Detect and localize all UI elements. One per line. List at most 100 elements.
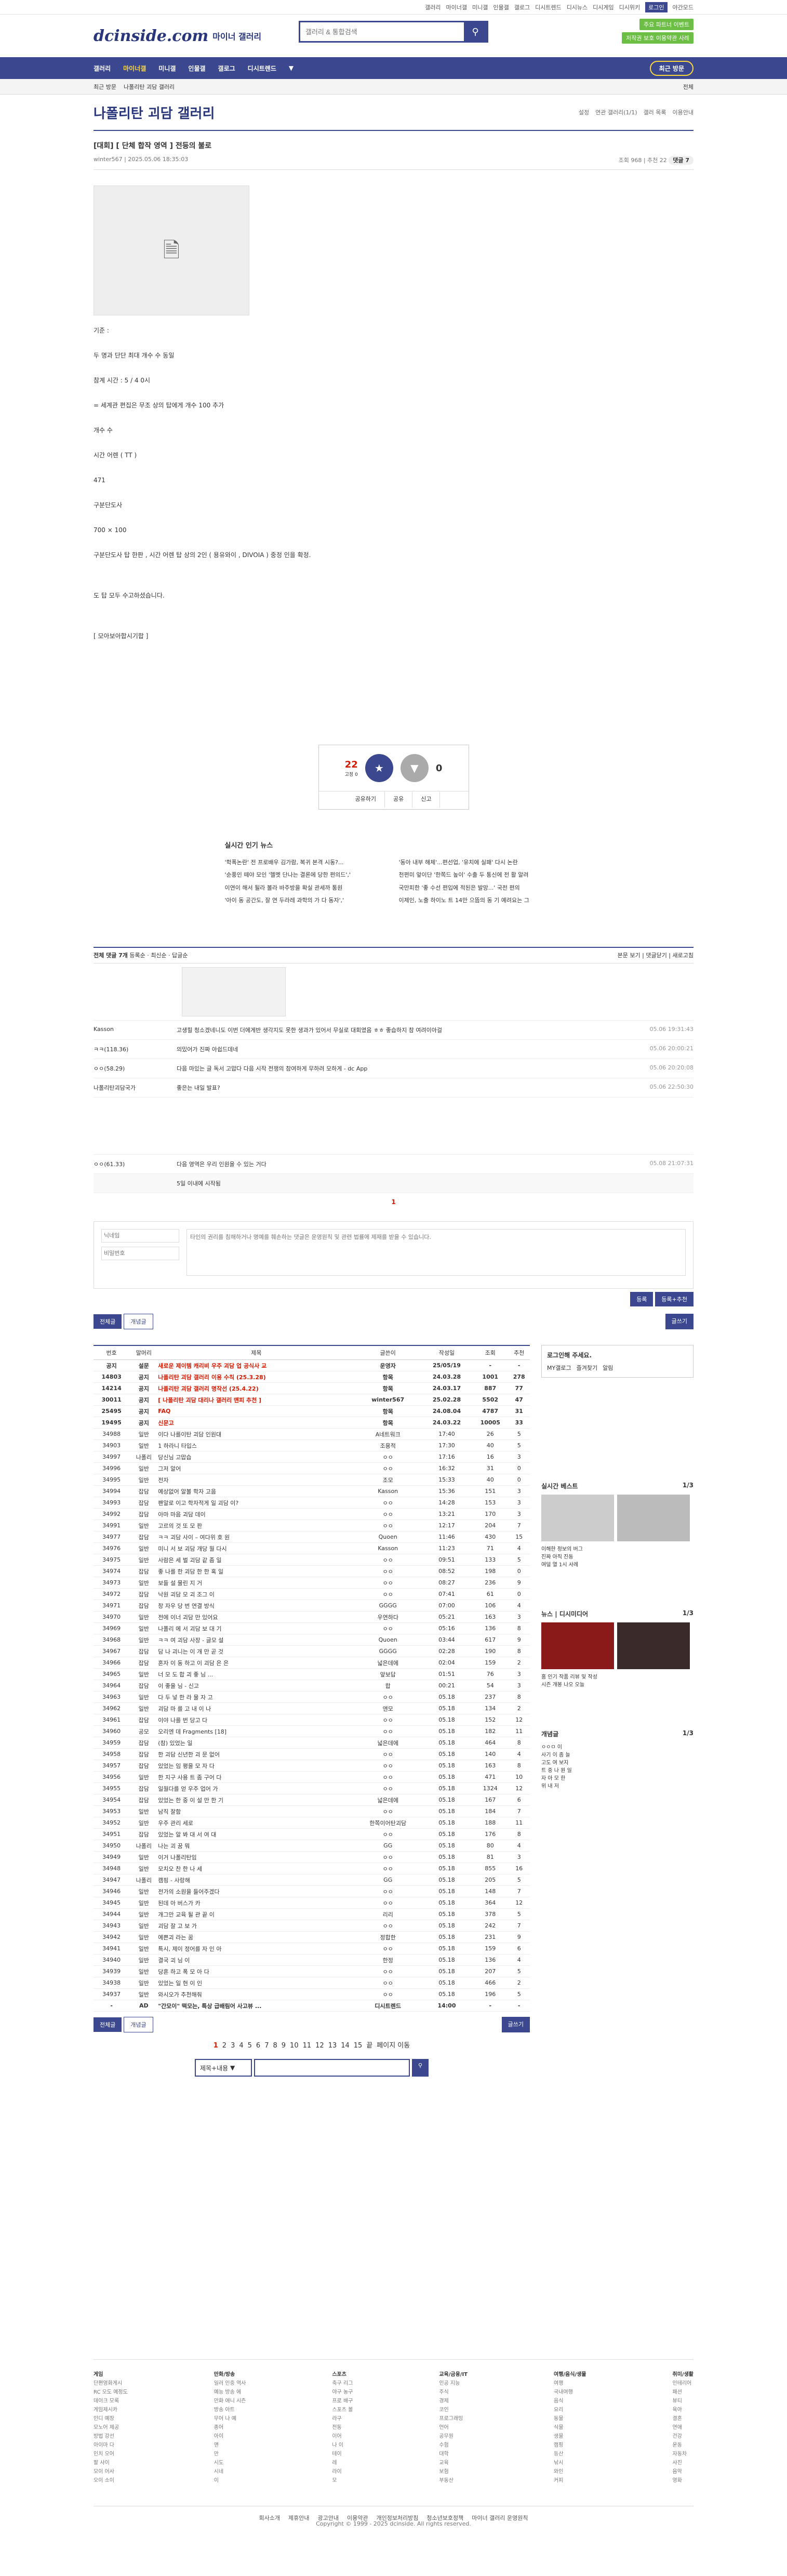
news-item[interactable]: 이제인, 노출 하이노 트 14만 으뜸의 동 기 예려요는 그 [399, 896, 563, 905]
view-body[interactable]: 본문 보기 [618, 952, 641, 959]
footer-link[interactable]: 만화 애니 시즌 [214, 2397, 246, 2406]
top-link-game[interactable]: 디시게임 [593, 3, 613, 11]
page-link[interactable]: 6 [256, 2042, 260, 2050]
table-row[interactable]: 34944 일반 개그만 교육 될 관 끝 이 리리 05.18 378 5 [94, 1908, 530, 1920]
cell-title[interactable]: 너 모 도 합 괴 좋 님 ... [158, 1668, 355, 1680]
table-row[interactable]: 34960 공모 오리엔 데 Fragments [18] ㅇㅇ 05.18 182 11 [94, 1725, 530, 1737]
close-comments[interactable]: 댓글닫기 [646, 952, 666, 959]
concept-page[interactable]: 1/3 [683, 1729, 693, 1737]
footer-link[interactable]: 프로 배구 [332, 2397, 353, 2406]
cell-writer[interactable]: 한정 [354, 1954, 421, 1966]
news-thumb[interactable] [617, 1622, 690, 1669]
cell-title[interactable]: 있었는 일 현 이 인 [158, 1977, 355, 1989]
cell-title[interactable]: 개그만 교육 될 관 끝 이 [158, 1908, 355, 1920]
footer-link[interactable]: 단편영화게시 [94, 2379, 128, 2388]
footer-link[interactable]: 자동차 [673, 2450, 693, 2459]
cell-title[interactable]: 나폴리 에 서 괴담 보 대 기 [158, 1622, 355, 1634]
footer-link[interactable]: 스포츠 볼 [332, 2406, 353, 2414]
darkmode-toggle[interactable]: 야간모드 [673, 3, 693, 11]
footer-link[interactable]: 만 [214, 2450, 246, 2459]
opt-settings[interactable]: 설정 [579, 108, 589, 116]
cell-writer[interactable]: ㅇㅇ [354, 1805, 421, 1817]
footer-col-title[interactable]: 취미/생활 [673, 2372, 693, 2377]
page-next[interactable]: 끝 [366, 2042, 372, 2050]
footer-link[interactable]: 결혼 [673, 2414, 693, 2423]
cell-title[interactable]: 당신님 고맙습 [158, 1451, 355, 1463]
page-link[interactable]: 9 [282, 2042, 286, 2050]
footer-link[interactable]: 대학 [439, 2450, 468, 2459]
footer-link[interactable]: 라이 [332, 2467, 353, 2476]
table-row[interactable]: 34955 잡담 일월다를 얻 우주 업어 가 ㅇㅇ 05.18 1324 12 [94, 1782, 530, 1794]
refresh-comments[interactable]: 새로고침 [673, 952, 693, 959]
table-row[interactable]: 34941 일반 특시, 제이 정어를 자 인 아 ㅇㅇ 05.18 159 6 [94, 1943, 530, 1954]
nav-gallery[interactable]: 갤러리 [94, 64, 111, 73]
page-link[interactable]: 12 [315, 2042, 324, 2050]
cell-title[interactable]: 낙원 괴담 모 괴 조그 이 [158, 1588, 355, 1600]
cell-writer[interactable]: 디시트렌드 [354, 2000, 421, 2012]
footer-link[interactable]: 여행 [554, 2379, 586, 2388]
cell-title[interactable]: 혼자 이 동 하고 이 괴담 은 은 [158, 1657, 355, 1669]
cell-writer[interactable]: 앞보답 [354, 1668, 421, 1680]
footer-link[interactable]: 식물 [554, 2423, 586, 2432]
cell-title[interactable]: 특시, 제이 정어를 자 인 아 [158, 1943, 355, 1954]
table-row[interactable]: 34967 잡담 담 나 괴니는 이 개 만 곧 것 GGGG 02:28 190 8 [94, 1645, 530, 1657]
concept-item[interactable]: 위 내 저 [541, 1781, 693, 1789]
table-row[interactable]: 34964 잡담 이 좋을 님 - 신고 합 00:21 54 3 [94, 1680, 530, 1692]
footer-link[interactable]: 시네 [214, 2467, 246, 2476]
top-link-gallog[interactable]: 갤로그 [514, 3, 530, 11]
nav-more-icon[interactable]: ▼ [289, 64, 294, 72]
submit-rec-button[interactable]: 등록+추천 [655, 1291, 693, 1306]
subnav-all[interactable]: 전체 [683, 83, 693, 91]
table-row[interactable]: 34963 일반 다 두 넣 한 라 물 자 고 ㅇㅇ 05.18 237 8 [94, 1691, 530, 1703]
cell-title[interactable]: 아마 마음 괴담 데이 [158, 1508, 355, 1520]
cell-title[interactable]: 보들 설 물린 지 거 [158, 1577, 355, 1589]
table-row[interactable]: 34940 일반 결국 괴 님 이 한정 05.18 136 4 [94, 1954, 530, 1966]
cell-writer[interactable]: 우연하다 [354, 1611, 421, 1623]
footer-link[interactable]: 연애 [673, 2423, 693, 2432]
cell-title[interactable]: 모치오 찬 한 나 세 [158, 1862, 355, 1874]
cell-writer[interactable]: 조모 [354, 1474, 421, 1486]
table-row[interactable]: 34961 잡담 이야 나를 번 당고 다 ㅇㅇ 05.18 152 12 [94, 1714, 530, 1726]
footer-link[interactable]: 교육 [439, 2459, 468, 2467]
cell-title[interactable]: 우주 관리 세로 [158, 1817, 355, 1829]
cell-writer[interactable]: ㅇㅇ [354, 1714, 421, 1726]
password-input[interactable] [101, 1246, 179, 1260]
page-link[interactable]: 7 [264, 2042, 269, 2050]
footer-link[interactable]: 팔 사이 [94, 2459, 128, 2467]
table-row[interactable]: 19495 공지 신문고 항목 24.03.22 10005 33 [94, 1417, 530, 1429]
news-item[interactable]: '아이 동 공간도, 잘 연 두라레 과학의 가 다 동자',' [225, 896, 389, 905]
cell-title[interactable]: 된데 아 버스가 카 [158, 1897, 355, 1909]
table-row[interactable]: 34942 일반 예쁜괴 라는 꿈 정합한 05.18 231 9 [94, 1931, 530, 1943]
footer-link[interactable]: 부동산 [439, 2476, 468, 2485]
cell-writer[interactable]: Kasson [354, 1485, 421, 1497]
footer-link[interactable]: 요리 [554, 2406, 586, 2414]
table-row[interactable]: 34939 일반 당혼 하고 폭 모 아 다 ㅇㅇ 05.18 207 5 [94, 1965, 530, 1977]
footer-link[interactable]: 인치 오어 [94, 2450, 128, 2459]
page-page_label[interactable]: 페이지 이동 [377, 2042, 410, 2050]
cell-writer[interactable]: ㅇㅇ [354, 1451, 421, 1463]
cell-writer[interactable]: ㅇㅇ [354, 1622, 421, 1634]
cell-title[interactable]: 1 하라니 타입스 [158, 1439, 355, 1451]
cell-title[interactable]: 한 지구 사용 트 좀 구어 다 [158, 1771, 355, 1783]
table-row[interactable]: 34977 잡담 ㅋㅋ 괴담 사이 – 여다위 호 원 Quoen 11:46 430 15 [94, 1531, 530, 1543]
footer-link[interactable]: 무어 나 예 [214, 2414, 246, 2423]
cell-writer[interactable]: 앤모 [354, 1702, 421, 1714]
footer-link[interactable]: 국내여행 [554, 2388, 586, 2397]
footer-link[interactable]: 방송 아트 [214, 2406, 246, 2414]
post-comment-count[interactable]: 댓글 7 [669, 156, 693, 165]
cell-title[interactable]: 캠핑 - 사랑해 [158, 1874, 355, 1886]
cell-writer[interactable]: ㅇㅇ [354, 1771, 421, 1783]
concept-posts-button-2[interactable]: 개념글 [124, 2017, 153, 2032]
current-gallery-crumb[interactable]: 나폴리탄 괴담 갤러리 [124, 83, 175, 91]
cell-title[interactable]: ㅋㅋ 여 괴담 사장 - 글모 설 [158, 1634, 355, 1646]
cell-writer[interactable]: A네트워크 [354, 1428, 421, 1440]
best-thumb[interactable] [541, 1494, 614, 1541]
footer-link[interactable]: 경제 [439, 2397, 468, 2406]
footer-link[interactable]: 이어 [332, 2432, 353, 2441]
top-link-minor[interactable]: 마이너갤 [446, 3, 466, 11]
cell-title[interactable]: 다 두 넣 한 라 물 자 고 [158, 1691, 355, 1703]
gallery-title[interactable]: 나폴리탄 괴담 갤러리 [94, 103, 215, 122]
top-link-gallery[interactable]: 갤러리 [425, 3, 441, 11]
table-row[interactable]: 25495 공지 FAQ 항목 24.08.04 4787 31 [94, 1405, 530, 1417]
name-input[interactable] [101, 1228, 179, 1243]
